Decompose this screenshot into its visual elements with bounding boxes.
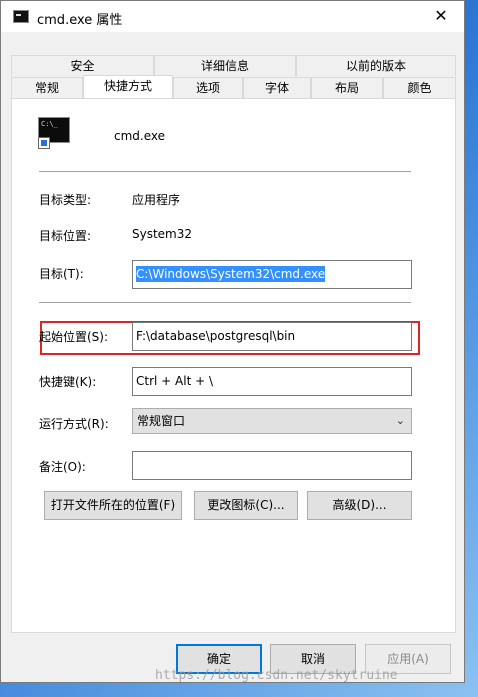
shortcut-key-label: 快捷键(K): — [39, 375, 97, 389]
target-type-value: 应用程序 — [132, 193, 181, 207]
comment-field[interactable] — [132, 451, 412, 480]
tab-colors[interactable]: 颜色 — [383, 77, 456, 98]
change-icon-button[interactable]: 更改图标(C)... — [194, 491, 298, 520]
shortcut-panel: C:\_ cmd.exe 目标类型: 应用程序 目标位置: System32 目… — [11, 98, 456, 633]
cmd-icon-glyph: C:\_ — [41, 120, 58, 128]
comment-label: 备注(O): — [39, 460, 86, 474]
target-type-label: 目标类型: — [39, 193, 92, 207]
tab-details[interactable]: 详细信息 — [154, 55, 296, 76]
divider — [39, 171, 411, 172]
target-label: 目标(T): — [39, 267, 84, 281]
shortcut-arrow-icon — [38, 137, 50, 149]
target-value: C:\Windows\System32\cmd.exe — [136, 266, 326, 282]
open-file-location-button[interactable]: 打开文件所在的位置(F) — [44, 491, 182, 520]
tab-options[interactable]: 选项 — [173, 77, 243, 98]
target-field[interactable]: C:\Windows\System32\cmd.exe — [132, 260, 412, 289]
tab-font[interactable]: 字体 — [243, 77, 311, 98]
close-icon[interactable]: ✕ — [418, 1, 464, 32]
watermark: https://blog.csdn.net/skytruine — [155, 668, 398, 683]
tab-previous-versions[interactable]: 以前的版本 — [296, 55, 456, 76]
advanced-button[interactable]: 高级(D)... — [307, 491, 412, 520]
run-label: 运行方式(R): — [39, 417, 109, 431]
divider — [39, 302, 411, 303]
target-location-label: 目标位置: — [39, 229, 92, 243]
window-title: cmd.exe 属性 — [37, 13, 123, 28]
tab-row-1: 安全 详细信息 以前的版本 — [11, 55, 456, 76]
tab-security[interactable]: 安全 — [11, 55, 154, 76]
tab-layout[interactable]: 布局 — [311, 77, 383, 98]
tab-general[interactable]: 常规 — [11, 77, 83, 98]
title-bar[interactable]: cmd.exe 属性 ✕ — [1, 1, 464, 32]
tab-shortcut[interactable]: 快捷方式 — [83, 75, 173, 98]
run-value: 常规窗口 — [137, 414, 186, 428]
chevron-down-icon: ⌄ — [395, 414, 405, 427]
start-in-field[interactable]: F:\database\postgresql\bin — [132, 322, 412, 351]
run-select[interactable]: 常规窗口 ⌄ — [132, 408, 412, 434]
properties-dialog: cmd.exe 属性 ✕ 安全 详细信息 以前的版本 常规 快捷方式 选项 字体… — [0, 0, 465, 683]
start-in-label: 起始位置(S): — [39, 330, 109, 344]
target-location-value: System32 — [132, 227, 193, 241]
file-name: cmd.exe — [114, 129, 166, 143]
cmd-window-icon — [13, 10, 29, 23]
shortcut-key-field[interactable]: Ctrl + Alt + \ — [132, 367, 412, 396]
tab-row-2: 常规 快捷方式 选项 字体 布局 颜色 — [11, 75, 456, 98]
